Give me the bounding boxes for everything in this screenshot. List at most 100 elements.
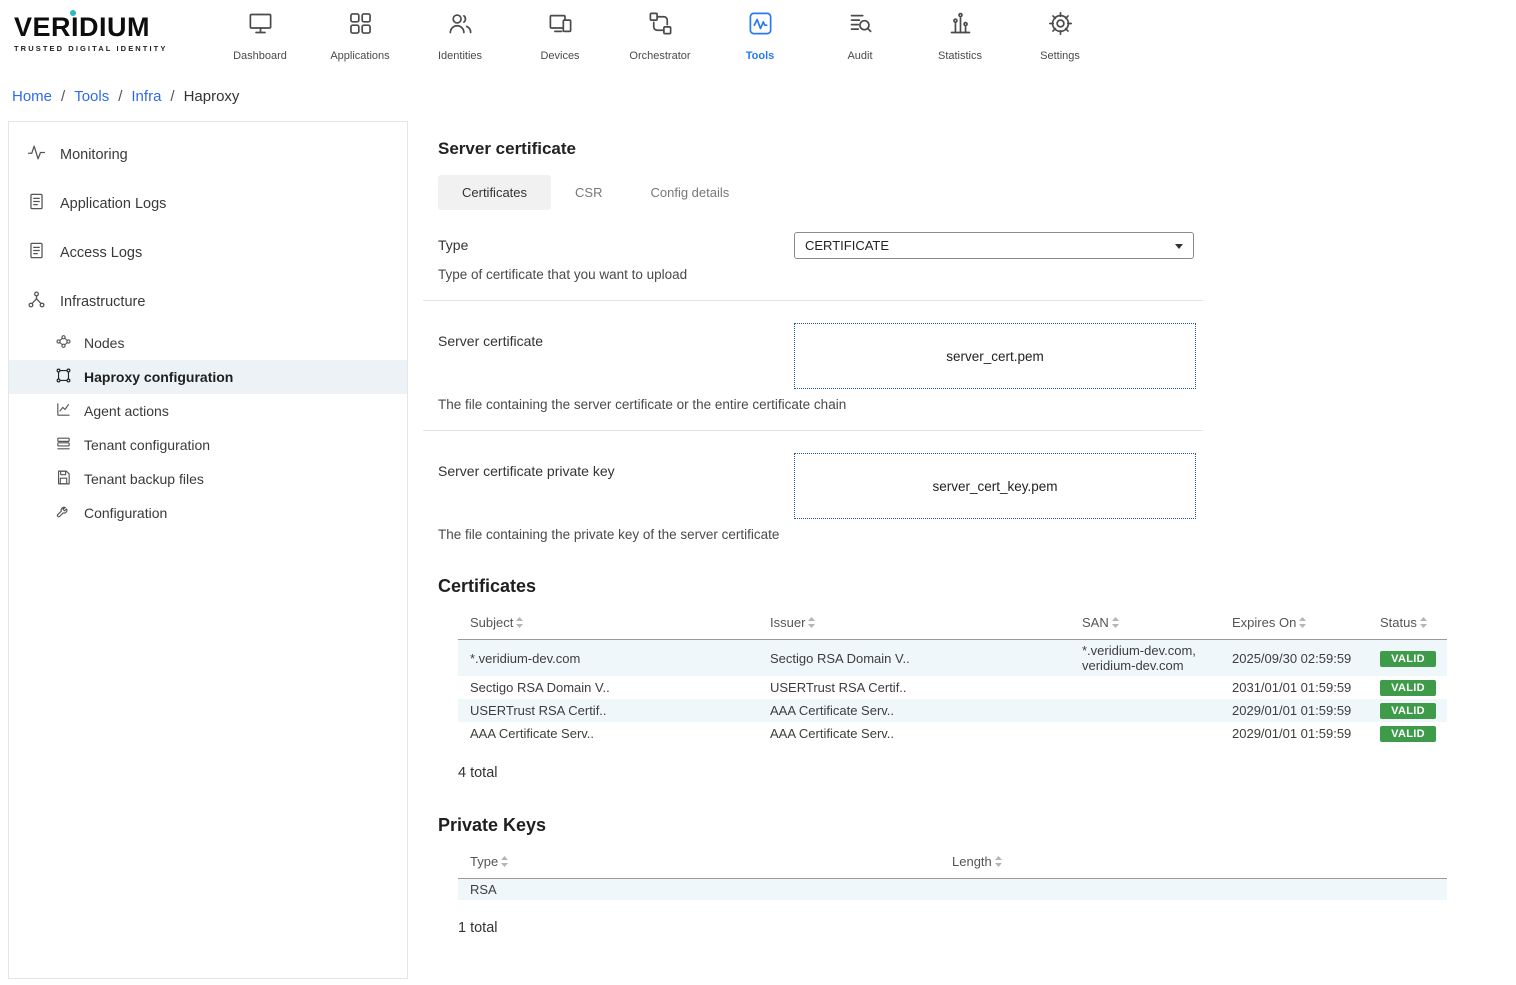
cell-status: VALID xyxy=(1380,676,1447,699)
status-badge: VALID xyxy=(1380,726,1436,742)
statistics-icon xyxy=(947,10,974,42)
cell-subject: Sectigo RSA Domain V.. xyxy=(458,676,770,699)
nav-label: Orchestrator xyxy=(629,50,690,62)
nav-item-dashboard[interactable]: Dashboard xyxy=(210,8,310,62)
column-label: SAN xyxy=(1082,615,1109,630)
nav-label: Identities xyxy=(438,50,482,62)
server-certificate-row: Server certificate server_cert.pem xyxy=(438,323,1516,389)
sort-icon xyxy=(516,616,523,631)
cell-issuer: USERTrust RSA Certif.. xyxy=(770,676,1082,699)
cell-expires: 2025/09/30 02:59:59 xyxy=(1232,640,1380,677)
dashboard-icon xyxy=(247,10,274,42)
cell-san xyxy=(1082,676,1232,699)
breadcrumb-separator: / xyxy=(118,88,122,105)
private-key-dropzone[interactable]: server_cert_key.pem xyxy=(794,453,1196,519)
private-keys-total: 1 total xyxy=(458,920,1516,936)
tab-csr[interactable]: CSR xyxy=(551,175,626,210)
sidebar-item-access-logs[interactable]: Access Logs xyxy=(9,228,407,277)
private-key-label: Server certificate private key xyxy=(438,453,794,479)
sort-icon xyxy=(808,616,815,631)
sidebar-item-tenant-backup-files[interactable]: Tenant backup files xyxy=(9,462,407,496)
nav-item-orchestrator[interactable]: Orchestrator xyxy=(610,8,710,62)
sort-icon xyxy=(501,855,508,870)
column-header-type[interactable]: Type xyxy=(458,848,952,879)
chevron-down-icon xyxy=(1175,244,1183,249)
wrench-icon xyxy=(55,503,84,523)
status-badge: VALID xyxy=(1380,680,1436,696)
column-header-issuer[interactable]: Issuer xyxy=(770,609,1082,640)
nav-item-identities[interactable]: Identities xyxy=(410,8,510,62)
sidebar-item-label: Access Logs xyxy=(60,245,142,261)
divider xyxy=(423,300,1203,301)
server-certificate-dropzone[interactable]: server_cert.pem xyxy=(794,323,1196,389)
sidebar-item-configuration[interactable]: Configuration xyxy=(9,496,407,530)
private-key-help-text: The file containing the private key of t… xyxy=(438,527,1516,542)
cell-expires: 2029/01/01 01:59:59 xyxy=(1232,722,1380,745)
breadcrumb-home[interactable]: Home xyxy=(12,88,52,105)
certificates-table-header: Subject Issuer SAN Expires On Status xyxy=(458,609,1447,640)
applications-icon xyxy=(347,10,374,42)
nav-item-audit[interactable]: Audit xyxy=(810,8,910,62)
devices-icon xyxy=(547,10,574,42)
sidebar-item-label: Nodes xyxy=(84,335,124,351)
document-icon xyxy=(27,192,60,215)
type-help-text: Type of certificate that you want to upl… xyxy=(438,267,1516,282)
column-label: Status xyxy=(1380,615,1417,630)
column-header-status[interactable]: Status xyxy=(1380,609,1447,640)
veridium-logo[interactable]: VERIDIUM TRUSTED DIGITAL IDENTITY xyxy=(14,14,182,53)
sidebar-item-nodes[interactable]: Nodes xyxy=(9,326,407,360)
audit-icon xyxy=(847,10,874,42)
sort-icon xyxy=(1299,616,1306,631)
breadcrumb-tools[interactable]: Tools xyxy=(74,88,109,105)
nav-item-settings[interactable]: Settings xyxy=(1010,8,1110,62)
nav-item-applications[interactable]: Applications xyxy=(310,8,410,62)
sidebar-item-label: Tenant backup files xyxy=(84,471,204,487)
top-navigation: VERIDIUM TRUSTED DIGITAL IDENTITY Dashbo… xyxy=(0,0,1516,76)
certificates-table: Subject Issuer SAN Expires On Status *.v… xyxy=(458,609,1447,745)
column-header-length[interactable]: Length xyxy=(952,848,1447,879)
column-header-san[interactable]: SAN xyxy=(1082,609,1232,640)
status-badge: VALID xyxy=(1380,703,1436,719)
sort-icon xyxy=(995,855,1002,870)
tab-certificates[interactable]: Certificates xyxy=(438,175,551,210)
sidebar-item-monitoring[interactable]: Monitoring xyxy=(9,130,407,179)
nav-item-statistics[interactable]: Statistics xyxy=(910,8,1010,62)
server-certificate-filename: server_cert.pem xyxy=(946,349,1044,364)
certificate-type-select[interactable]: CERTIFICATE xyxy=(794,232,1194,259)
table-row: USERTrust RSA Certif.. AAA Certificate S… xyxy=(458,699,1447,722)
hierarchy-icon xyxy=(27,290,60,313)
logo-tagline: TRUSTED DIGITAL IDENTITY xyxy=(14,44,182,53)
nav-items: Dashboard Applications Identities Device… xyxy=(210,8,1110,62)
cell-key-type: RSA xyxy=(458,879,952,901)
private-keys-section-title: Private Keys xyxy=(438,815,1516,836)
save-disk-icon xyxy=(55,469,84,489)
sidebar-item-tenant-configuration[interactable]: Tenant configuration xyxy=(9,428,407,462)
nav-label: Devices xyxy=(540,50,579,62)
nav-label: Statistics xyxy=(938,50,982,62)
gear-icon xyxy=(1047,10,1074,42)
monitoring-pulse-icon xyxy=(27,143,60,166)
sidebar-item-infrastructure[interactable]: Infrastructure xyxy=(9,277,407,326)
column-header-subject[interactable]: Subject xyxy=(458,609,770,640)
server-certificate-label: Server certificate xyxy=(438,323,794,349)
breadcrumb-infra[interactable]: Infra xyxy=(131,88,161,105)
nodes-icon xyxy=(55,333,84,353)
main-content: Server certificate Certificates CSR Conf… xyxy=(408,121,1516,979)
sidebar-item-label: Haproxy configuration xyxy=(84,369,233,385)
nav-item-devices[interactable]: Devices xyxy=(510,8,610,62)
sidebar-item-agent-actions[interactable]: Agent actions xyxy=(9,394,407,428)
nav-item-tools[interactable]: Tools xyxy=(710,8,810,62)
tab-config-details[interactable]: Config details xyxy=(626,175,753,210)
sidebar-item-haproxy-configuration[interactable]: Haproxy configuration xyxy=(9,360,407,394)
table-row: AAA Certificate Serv.. AAA Certificate S… xyxy=(458,722,1447,745)
logo-name: VERIDIUM xyxy=(14,12,150,42)
sidebar-item-application-logs[interactable]: Application Logs xyxy=(9,179,407,228)
breadcrumb-separator: / xyxy=(61,88,65,105)
column-label: Length xyxy=(952,854,992,869)
cell-san: *.veridium-dev.com, veridium-dev.com xyxy=(1082,640,1232,677)
certificates-section-title: Certificates xyxy=(438,576,1516,597)
column-header-expires-on[interactable]: Expires On xyxy=(1232,609,1380,640)
certificate-type-value: CERTIFICATE xyxy=(805,238,889,253)
tools-icon xyxy=(747,10,774,42)
private-key-filename: server_cert_key.pem xyxy=(932,479,1057,494)
